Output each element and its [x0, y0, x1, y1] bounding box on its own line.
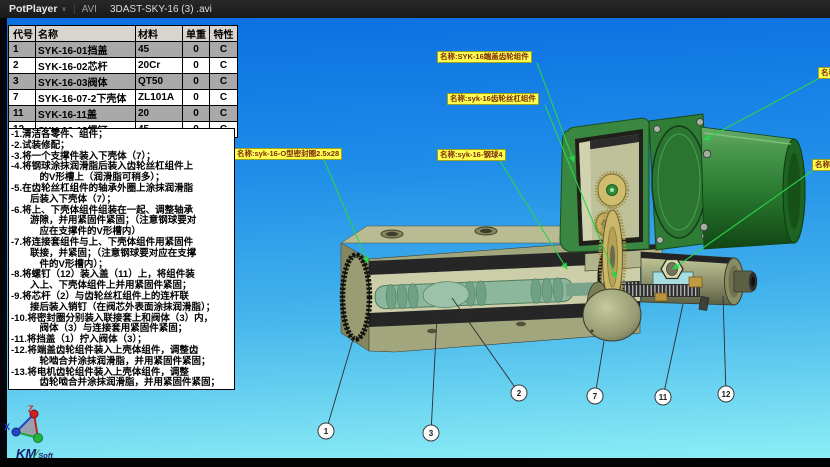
- table-cell: C: [210, 90, 238, 106]
- letterbox-bottom: [0, 458, 830, 467]
- table-cell: 3: [9, 74, 36, 90]
- table-cell: 1: [9, 42, 36, 58]
- balloon-number: 11: [659, 393, 668, 402]
- table-cell: SYK-16-11盖: [36, 106, 136, 122]
- table-cell: C: [210, 106, 238, 122]
- instruction-line: -2.试装修配；: [11, 141, 234, 152]
- instruction-line: 后装入下壳体（7）；: [11, 195, 234, 206]
- app-title[interactable]: PotPlayer: [9, 3, 57, 15]
- instruction-line: 联接，并紧固；（注意钢球要对应在支撑: [11, 249, 234, 260]
- table-header-cell: 材料: [136, 26, 183, 42]
- callout-label: 名称:syk-16-钢球4: [437, 149, 506, 161]
- balloon-number: 7: [593, 392, 598, 401]
- chevron-down-icon[interactable]: ∨: [61, 5, 66, 13]
- potplayer-window: PotPlayer ∨ AVI 3DAST-SKY-16 (3) .avi: [0, 0, 830, 467]
- table-cell: 11: [9, 106, 36, 122]
- table-cell: 2: [9, 58, 36, 74]
- logo-soft-text: Soft: [38, 451, 53, 460]
- callout-label: 名称:syk-16齿轮丝杠组件: [447, 93, 539, 105]
- table-cell: SYK-16-03阀体: [36, 74, 136, 90]
- table-cell: C: [210, 74, 238, 90]
- table-cell: 7: [9, 90, 36, 106]
- table-cell: SYK-16-02芯杆: [36, 58, 136, 74]
- parts-table-body: 1SYK-16-01挡盖450C2SYK-16-02芯杆20Cr0C3SYK-1…: [9, 42, 238, 138]
- table-cell: 45: [136, 42, 183, 58]
- callout-label: 名称:syk-16-O型密封圈2.5x28: [234, 148, 342, 160]
- table-cell: 0: [183, 74, 210, 90]
- video-filename: 3DAST-SKY-16 (3) .avi: [110, 4, 212, 15]
- titlebar[interactable]: PotPlayer ∨ AVI 3DAST-SKY-16 (3) .avi: [0, 0, 830, 18]
- parts-table: 代号名称材料单重特性 1SYK-16-01挡盖450C2SYK-16-02芯杆2…: [8, 25, 238, 138]
- table-row: 7SYK-16-07-2下壳体ZL101A0C: [9, 90, 238, 106]
- table-cell: QT50: [136, 74, 183, 90]
- logo-km-text: KM: [16, 446, 36, 461]
- format-badge: AVI: [82, 4, 97, 15]
- balloon-number: 3: [429, 429, 434, 438]
- axis-x-ball: [12, 428, 20, 436]
- instruction-line: 齿轮啮合并涂抹润滑脂，并用紧固件紧固；: [11, 378, 234, 389]
- balloon-number: 2: [517, 389, 522, 398]
- electric-motor: [700, 127, 805, 249]
- instruction-line: 轮啮合并涂抹润滑脂，并用紧固件紧固；: [11, 357, 234, 368]
- instruction-line: 接后装入销钉（在阀芯外表面涂抹润滑脂）；: [11, 303, 234, 314]
- axis-z-label: Z: [28, 404, 34, 414]
- balloon-number: 12: [722, 390, 731, 399]
- table-cell: 20: [136, 106, 183, 122]
- table-cell: 0: [183, 90, 210, 106]
- table-row: 3SYK-16-03阀体QT500C: [9, 74, 238, 90]
- table-cell: C: [210, 42, 238, 58]
- table-cell: SYK-16-01挡盖: [36, 42, 136, 58]
- table-row: 2SYK-16-02芯杆20Cr0C: [9, 58, 238, 74]
- balloon-number: 1: [324, 427, 329, 436]
- table-cell: 0: [183, 58, 210, 74]
- axis-y-ball: [34, 434, 43, 443]
- table-header-cell: 名称: [36, 26, 136, 42]
- orientation-triad: Z X: [4, 404, 43, 443]
- table-cell: C: [210, 58, 238, 74]
- callout-label: 名称: [818, 67, 830, 79]
- assembly-instructions-box: -1.清洁各零件、组件；-2.试装修配；-3.将一个支撑件装入下壳体（7）；-4…: [8, 128, 235, 390]
- callout-label: 名称: [812, 159, 830, 171]
- km-soft-logo: KM ⁄ Soft: [16, 446, 53, 461]
- table-row: 1SYK-16-01挡盖450C: [9, 42, 238, 58]
- table-header-cell: 单重: [183, 26, 210, 42]
- parts-table-header: 代号名称材料单重特性: [9, 26, 238, 42]
- table-row: 11SYK-16-11盖200C: [9, 106, 238, 122]
- axis-x-label: X: [4, 422, 10, 432]
- logo-accent-mark: ⁄: [35, 447, 37, 461]
- titlebar-divider: [74, 4, 75, 14]
- table-cell: 0: [183, 42, 210, 58]
- table-cell: 0: [183, 106, 210, 122]
- callout-label: 名称:SYK-16端盖齿轮组件: [437, 51, 532, 63]
- table-header-cell: 特性: [210, 26, 238, 42]
- table-cell: ZL101A: [136, 90, 183, 106]
- table-cell: 20Cr: [136, 58, 183, 74]
- table-header-cell: 代号: [9, 26, 36, 42]
- table-cell: SYK-16-07-2下壳体: [36, 90, 136, 106]
- assembly-3d-model: [341, 114, 805, 352]
